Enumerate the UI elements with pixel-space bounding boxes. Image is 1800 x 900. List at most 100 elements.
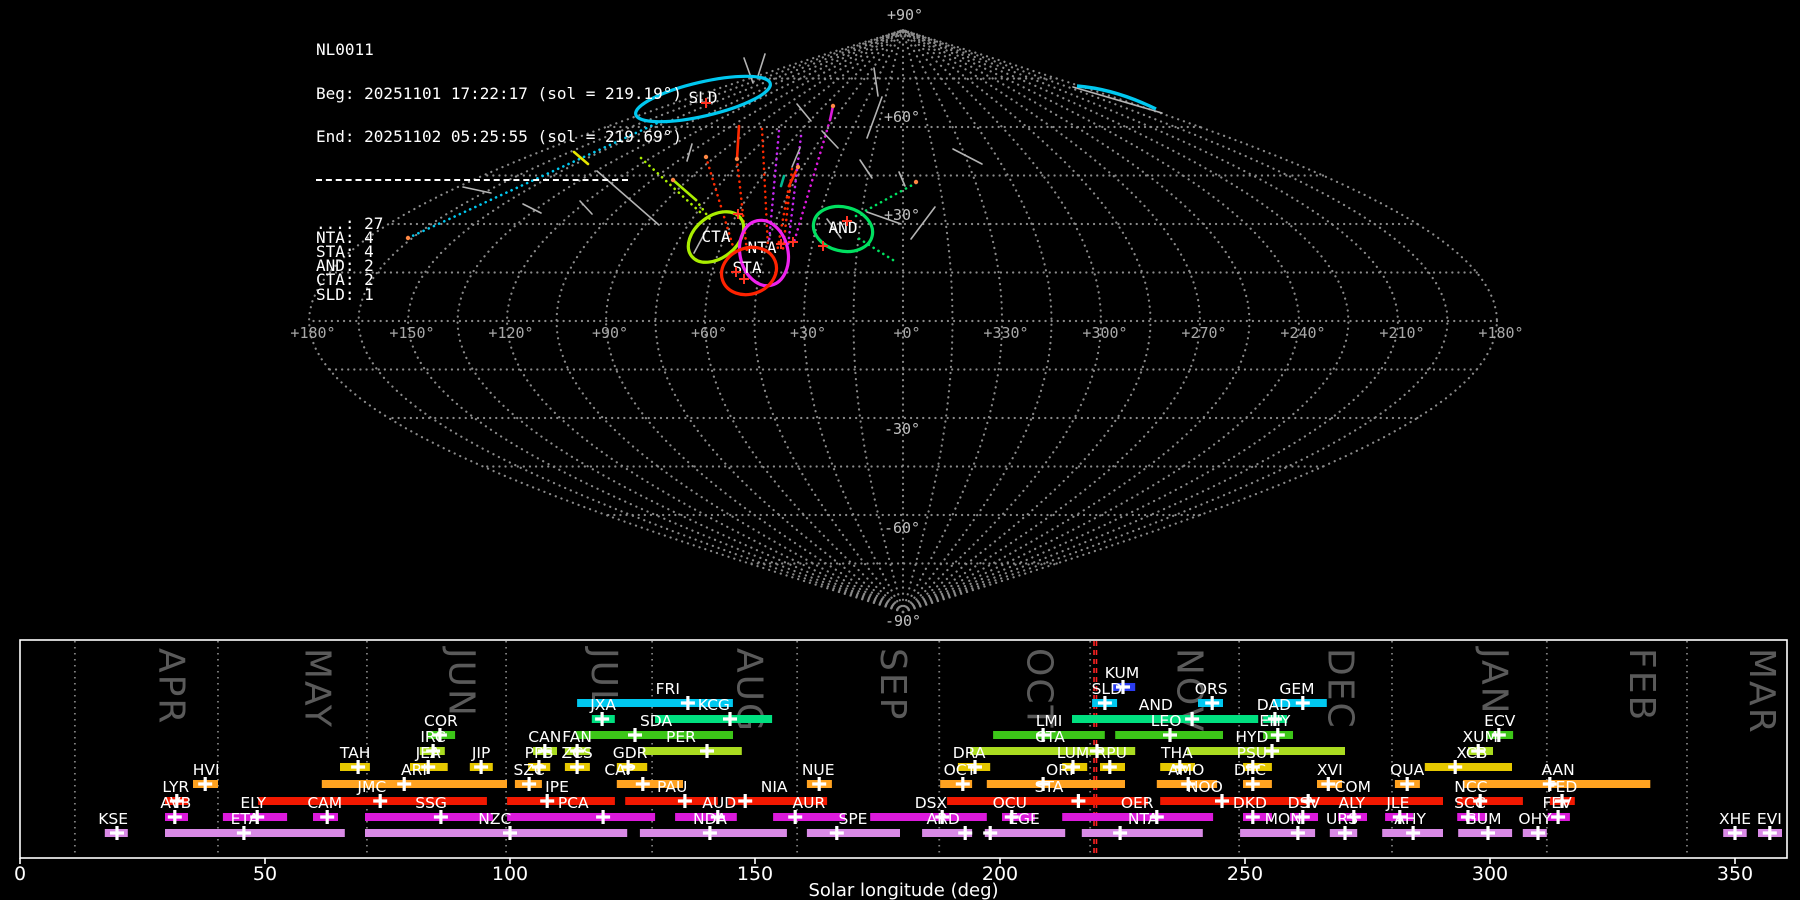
shower-peak-marker-jxa <box>595 712 609 726</box>
shower-label-urs: URS <box>1326 810 1358 828</box>
shower-peak-marker-avb <box>168 810 182 824</box>
shower-label-leo: LEO <box>1151 712 1182 730</box>
shower-peak-marker-pau <box>678 794 692 808</box>
trail-tip-dot <box>735 157 739 161</box>
meteor-trail <box>737 126 739 159</box>
shower-label-mon: MON <box>1265 810 1302 828</box>
shower-bar-xcb <box>1425 763 1512 771</box>
meteor-trail <box>797 104 811 121</box>
shower-label-ege: EGE <box>1008 810 1040 828</box>
shower-peak-marker-rpu <box>1103 760 1117 774</box>
end-time: End: 20251102 05:25:55 (sol = 219.69°) <box>316 130 682 145</box>
shower-peak-marker-ahy <box>1406 826 1420 840</box>
shower-label-tha: THA <box>1160 744 1193 762</box>
shower-bar-per <box>643 747 742 755</box>
map-lon-label: +300° <box>1082 324 1127 342</box>
shower-peak-marker-nia <box>738 794 752 808</box>
shower-label-ssg: SSG <box>415 794 447 812</box>
shower-label-gum: GUM <box>1465 810 1502 828</box>
meteor-trail <box>1073 87 1162 113</box>
map-lon-label: +270° <box>1181 324 1226 342</box>
shower-label-noo: NOO <box>1187 778 1223 796</box>
shower-label-xvi: XVI <box>1317 761 1343 779</box>
shower-peak-marker-nue <box>812 777 826 791</box>
shower-peak-marker-pca <box>596 810 610 824</box>
shower-label-dkd: DKD <box>1233 794 1267 812</box>
shower-bar-ssg <box>365 813 493 821</box>
shower-label-sld: SLD <box>1092 680 1122 698</box>
meteor-trail <box>781 176 784 186</box>
shower-label-psu: PSU <box>1237 744 1268 762</box>
shower-label-ori: ORI <box>1046 761 1074 779</box>
shower-peak-marker-evi <box>1763 826 1777 840</box>
month-label-may: MAY <box>296 648 337 729</box>
shower-label-kse: KSE <box>98 810 128 828</box>
shower-peak-marker-nda <box>703 826 717 840</box>
map-lat-label: -60° <box>884 519 920 537</box>
shower-label-nta: NTA <box>1128 810 1159 828</box>
shower-peak-marker-ohy <box>1531 826 1545 840</box>
shower-peak-marker-tah <box>351 760 365 774</box>
shower-label-nue: NUE <box>802 761 835 779</box>
shower-label-avb: AVB <box>160 794 191 812</box>
trail-tip-dot <box>796 165 800 169</box>
shower-label-ari: ARI <box>401 761 427 779</box>
map-lon-label: +240° <box>1280 324 1325 342</box>
axis-tick-label: 350 <box>1717 863 1753 885</box>
shower-label-cam: CAM <box>307 794 342 812</box>
shower-label-fri: FRI <box>656 680 680 698</box>
shower-bar-kcg <box>655 715 772 723</box>
grid-meridian <box>903 30 1052 612</box>
shower-bar-jmc <box>258 797 487 805</box>
shower-bar-ari <box>322 780 507 788</box>
shower-bar-spe <box>807 829 900 837</box>
month-label-feb: FEB <box>1621 648 1662 722</box>
axis-tick-label: 100 <box>492 863 528 885</box>
shower-peak-marker-ssg <box>434 810 448 824</box>
shower-label-jxa: JXA <box>589 696 616 714</box>
shower-label-pps: PPS <box>525 744 554 762</box>
shower-label-eta: ETA <box>231 810 260 828</box>
shower-peak-marker-dkd <box>1246 810 1260 824</box>
shower-label-tah: TAH <box>339 744 371 762</box>
shower-peak-marker-gum <box>1481 826 1495 840</box>
month-label-apr: APR <box>150 648 191 725</box>
shower-peak-marker-sta <box>1071 794 1085 808</box>
shower-peak-marker-dpc <box>1246 777 1260 791</box>
shower-peak-marker-urs <box>1338 826 1352 840</box>
meteor-trail <box>762 129 768 248</box>
shower-label-qua: QUA <box>1390 761 1425 779</box>
shower-peak-marker-gem <box>1296 696 1310 710</box>
shower-peak-marker-aur <box>788 810 802 824</box>
month-label-mar: MAR <box>1741 648 1782 735</box>
trail-tip-dot <box>704 155 708 159</box>
shower-bar-eta <box>165 829 345 837</box>
shower-label-per: PER <box>666 728 696 746</box>
shower-label-kcg: KCG <box>698 696 730 714</box>
shower-label-ahy: AHY <box>1394 810 1426 828</box>
shower-peak-marker-hvi <box>198 777 212 791</box>
trail-tip-dot <box>914 180 918 184</box>
shower-label-cap: CAP <box>604 761 635 779</box>
meteor-trail <box>899 172 905 186</box>
shower-label-szc: SZC <box>513 761 544 779</box>
shower-peak-marker-szc <box>522 777 536 791</box>
radiant-label-sld: SLD <box>689 88 718 107</box>
shower-peak-marker-nta <box>1113 826 1127 840</box>
shower-peak-marker-ehy <box>1271 728 1285 742</box>
shower-peak-marker-nzc <box>503 826 517 840</box>
shower-peak-marker-qua <box>1400 777 1414 791</box>
shower-peak-marker-sda <box>628 728 642 742</box>
month-label-jun: JUN <box>441 646 482 718</box>
shower-peak-marker-jip <box>474 760 488 774</box>
shower-label-oct: OCT <box>944 761 977 779</box>
shower-label-nzc: NZC <box>478 810 511 828</box>
shower-peak-marker-kse <box>110 826 124 840</box>
shower-bar-nzc <box>365 829 627 837</box>
shower-peak-marker-sld <box>1098 696 1112 710</box>
axis-tick-label: 0 <box>14 863 26 885</box>
station-id: NL0011 <box>316 43 682 58</box>
shower-label-rpu: RPU <box>1095 744 1126 762</box>
begin-time: Beg: 20251101 17:22:17 (sol = 219.19°) <box>316 87 682 102</box>
shower-label-amo: AMO <box>1168 761 1204 779</box>
